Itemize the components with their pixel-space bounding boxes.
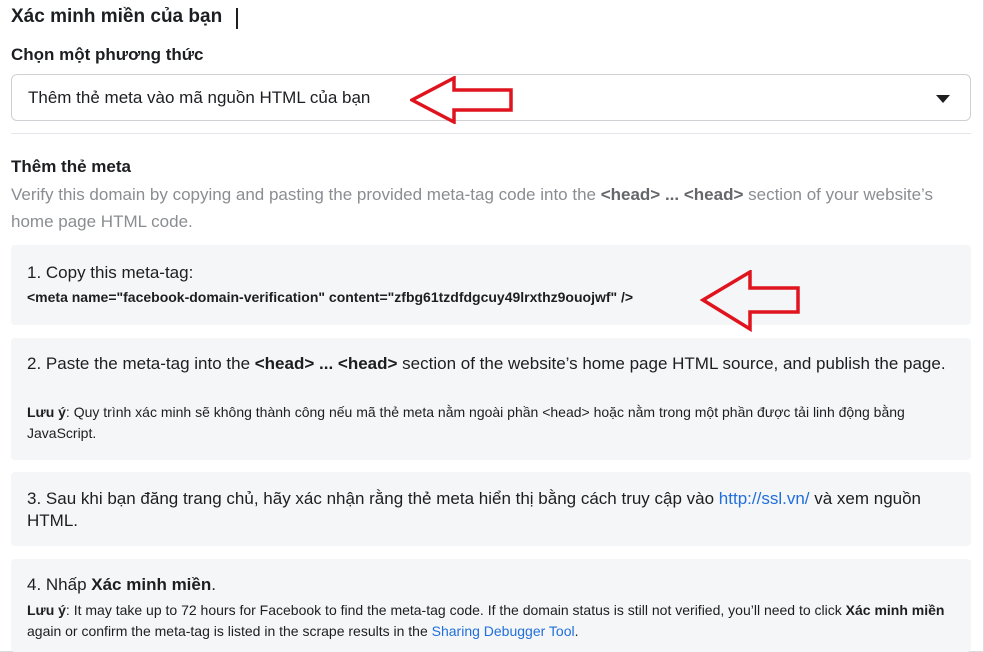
- method-label: Chọn một phương thức: [11, 45, 204, 64]
- step-1-card: 1. Copy this meta-tag: <meta name="faceb…: [11, 245, 971, 325]
- section-title: Thêm thẻ meta: [11, 157, 131, 176]
- text-cursor: [236, 8, 238, 29]
- meta-tag-code[interactable]: <meta name="facebook-domain-verification…: [27, 289, 633, 305]
- step-3-text: 3. Sau khi bạn đăng trang chủ, hãy xác n…: [27, 489, 922, 530]
- step-3-card: 3. Sau khi bạn đăng trang chủ, hãy xác n…: [11, 472, 971, 546]
- step-2-note: Lưu ý: Quy trình xác minh sẽ không thành…: [27, 404, 905, 441]
- step-1-label: 1. Copy this meta-tag:: [27, 263, 194, 282]
- section-description: Verify this domain by copying and pastin…: [11, 185, 934, 231]
- annotation-arrow-icon: [410, 76, 513, 124]
- step-4-note: Lưu ý: It may take up to 72 hours for Fa…: [27, 602, 945, 639]
- step-4-text: 4. Nhấp Xác minh miền.: [27, 575, 216, 594]
- step-4-card: 4. Nhấp Xác minh miền. Lưu ý: It may tak…: [11, 559, 971, 652]
- step-2-card: 2. Paste the meta-tag into the <head> ..…: [11, 338, 971, 460]
- page-title: Xác minh miền của bạn: [11, 6, 223, 27]
- method-select-value: Thêm thẻ meta vào mã nguồn HTML của bạn: [28, 88, 371, 107]
- step-2-text: 2. Paste the meta-tag into the <head> ..…: [27, 354, 946, 373]
- sharing-debugger-link[interactable]: Sharing Debugger Tool: [432, 623, 575, 639]
- caret-down-icon[interactable]: [936, 95, 950, 103]
- divider: [11, 133, 971, 134]
- site-link[interactable]: http://ssl.vn/: [719, 489, 810, 508]
- annotation-arrow-icon: [700, 270, 800, 332]
